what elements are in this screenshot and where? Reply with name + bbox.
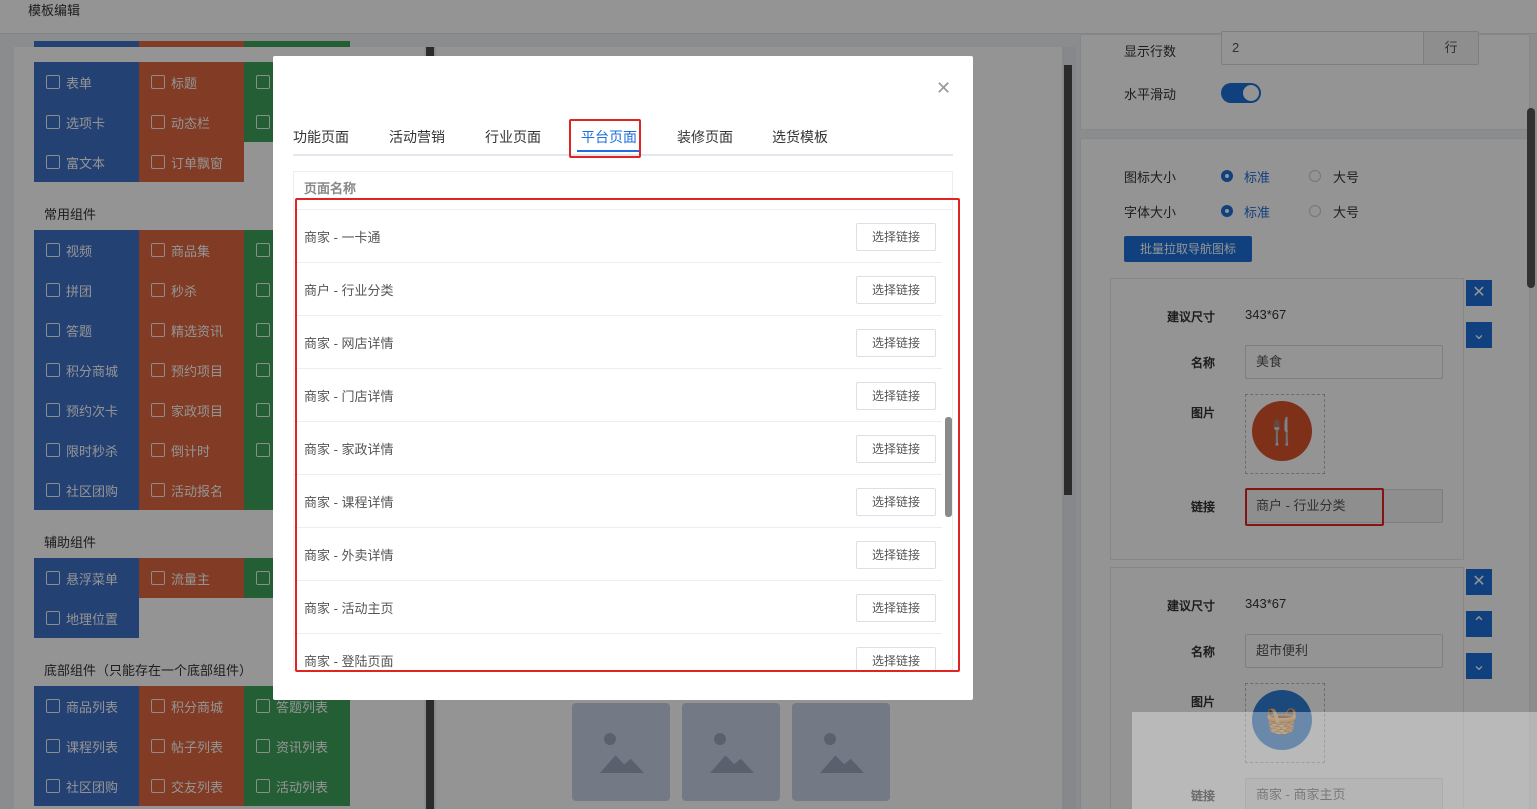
close-icon[interactable]: ✕ — [936, 78, 951, 99]
highlight-box — [569, 119, 641, 158]
overlay-patch — [1132, 712, 1537, 809]
tab-product-templates[interactable]: 选货模板 — [772, 127, 828, 147]
tab-marketing[interactable]: 活动营销 — [389, 127, 445, 147]
tab-function-pages[interactable]: 功能页面 — [293, 127, 349, 147]
column-page-name: 页面名称 — [304, 181, 357, 196]
tab-decoration-pages[interactable]: 装修页面 — [677, 127, 733, 147]
tab-industry-pages[interactable]: 行业页面 — [485, 127, 541, 147]
link-select-dialog: ✕ 功能页面 活动营销 行业页面 平台页面 装修页面 选货模板 页面名称 商家 … — [273, 56, 973, 700]
highlight-box — [295, 198, 960, 672]
